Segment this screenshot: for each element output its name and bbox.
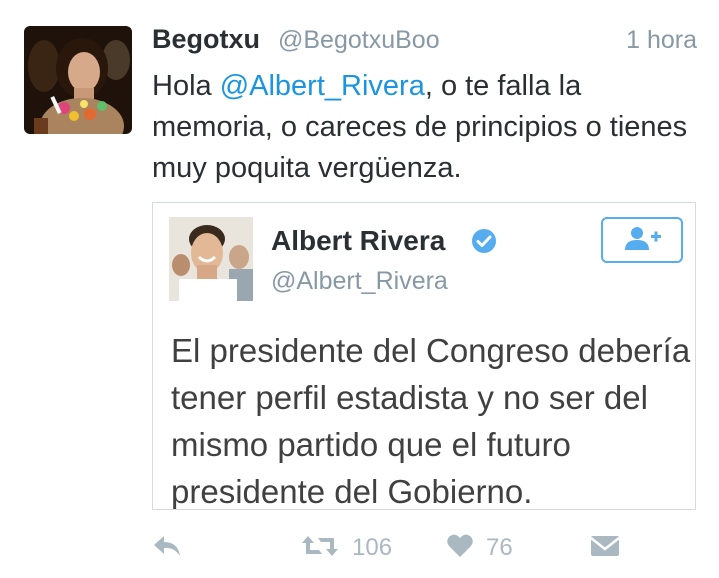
like-button[interactable]: 76 — [446, 528, 513, 568]
follow-button — [601, 217, 683, 263]
quoted-avatar — [169, 217, 253, 301]
tweet-text: Hola @Albert_Rivera, o te falla la memor… — [152, 66, 692, 189]
quoted-text: El presidente del Congreso debería tener… — [171, 332, 691, 510]
avatar[interactable] — [24, 26, 132, 134]
message-button[interactable] — [590, 528, 620, 568]
quoted-display-name: Albert Rivera — [271, 225, 446, 256]
follow-icon — [621, 224, 663, 257]
reply-icon — [152, 533, 182, 564]
retweet-count: 106 — [352, 534, 393, 561]
tweet-header: Begotxu @BegotxuBoo 1 hora — [152, 22, 697, 58]
quoted-handle: @Albert_Rivera — [271, 267, 448, 295]
tweet-text-start: Hola — [152, 70, 220, 102]
quoted-tweet-image[interactable]: Albert Rivera @Albert_Rivera El presiden… — [152, 202, 696, 510]
retweet-icon — [300, 532, 340, 565]
display-name[interactable]: Begotxu — [152, 24, 260, 55]
tweet-actions: 106 76 — [152, 528, 697, 568]
verified-icon — [471, 228, 497, 254]
retweet-button[interactable]: 106 — [300, 528, 392, 568]
mention-link[interactable]: @Albert_Rivera — [220, 70, 425, 102]
like-count: 76 — [486, 534, 513, 561]
message-icon — [590, 534, 620, 563]
user-handle[interactable]: @BegotxuBoo — [278, 26, 440, 55]
tweet: Begotxu @BegotxuBoo 1 hora Hola @Albert_… — [0, 0, 719, 578]
timestamp[interactable]: 1 hora — [626, 26, 697, 55]
heart-icon — [446, 533, 474, 564]
reply-button[interactable] — [152, 528, 182, 568]
